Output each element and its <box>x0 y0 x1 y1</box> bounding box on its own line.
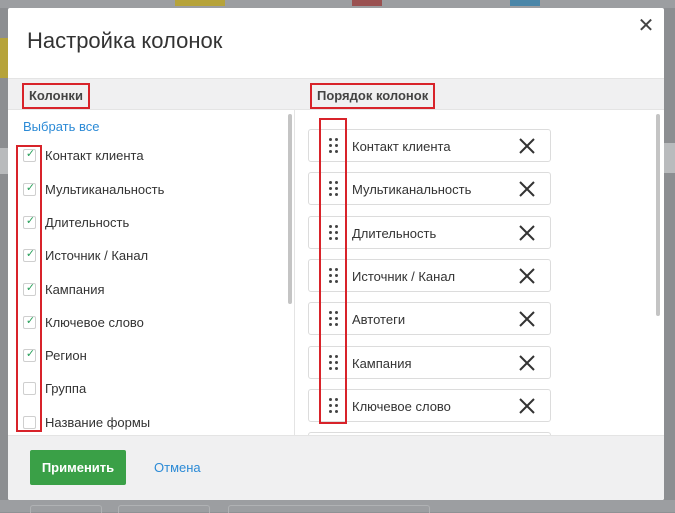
drag-handle-icon[interactable] <box>329 225 339 241</box>
order-item-label: Кампания <box>352 356 412 371</box>
order-item-label: Автотеги <box>352 312 406 327</box>
remove-icon[interactable] <box>516 352 538 374</box>
remove-icon[interactable] <box>516 308 538 330</box>
background-chip <box>510 0 540 6</box>
modal-footer: Применить Отмена <box>8 435 664 500</box>
column-label: Регион <box>45 348 87 363</box>
order-item-label: Длительность <box>352 226 437 241</box>
order-list-item[interactable]: Автотеги <box>308 302 551 335</box>
column-label: Кампания <box>45 282 105 297</box>
check-icon: ✓ <box>25 282 36 294</box>
background-chip <box>175 0 225 6</box>
checkbox[interactable]: ✓ <box>23 248 36 262</box>
remove-icon[interactable] <box>516 395 538 417</box>
checkbox[interactable] <box>23 416 36 429</box>
check-icon: ✓ <box>25 248 36 260</box>
remove-icon[interactable] <box>516 265 538 287</box>
background-page-bottom <box>0 500 675 513</box>
panel-divider <box>294 109 295 435</box>
order-list-item[interactable]: Длительность <box>308 216 551 249</box>
background-page-left <box>0 8 8 500</box>
drag-handle-icon[interactable] <box>329 311 339 327</box>
apply-button[interactable]: Применить <box>30 450 126 485</box>
order-item-label: Мультиканальность <box>352 182 472 197</box>
remove-icon[interactable] <box>516 135 538 157</box>
columns-header: Колонки <box>22 83 90 109</box>
check-icon: ✓ <box>25 148 36 160</box>
close-icon[interactable]: ✕ <box>636 16 656 36</box>
column-label: Ключевое слово <box>45 315 144 330</box>
check-icon: ✓ <box>25 348 36 360</box>
checkbox[interactable]: ✓ <box>23 215 36 229</box>
drag-handle-icon[interactable] <box>329 268 339 284</box>
checkbox[interactable]: ✓ <box>23 315 36 329</box>
order-list-item[interactable]: Мультиканальность <box>308 172 551 205</box>
checkbox[interactable]: ✓ <box>23 182 36 196</box>
modal-title: Настройка колонок <box>27 28 223 53</box>
order-list-item[interactable]: Кампания <box>308 346 551 379</box>
column-label: Источник / Канал <box>45 248 149 263</box>
panel-headers: Колонки Порядок колонок <box>8 78 664 110</box>
column-label: Длительность <box>45 215 130 230</box>
checkbox[interactable]: ✓ <box>23 348 36 362</box>
column-label: Мультиканальность <box>45 182 165 197</box>
column-label: Группа <box>45 381 87 396</box>
check-icon: ✓ <box>25 182 36 194</box>
remove-icon[interactable] <box>516 178 538 200</box>
remove-icon[interactable] <box>516 222 538 244</box>
order-item-label: Контакт клиента <box>352 139 451 154</box>
checkbox[interactable]: ✓ <box>23 148 36 162</box>
column-settings-modal: Настройка колонок ✕ Колонки Порядок коло… <box>8 8 664 500</box>
cancel-link[interactable]: Отмена <box>154 460 201 475</box>
select-all-link[interactable]: Выбрать все <box>23 119 99 134</box>
order-list-item[interactable]: Источник / Канал <box>308 259 551 292</box>
check-icon: ✓ <box>25 215 36 227</box>
drag-handle-icon[interactable] <box>329 181 339 197</box>
column-label: Название формы <box>45 415 151 430</box>
checkbox[interactable]: ✓ <box>23 282 36 296</box>
order-list-item[interactable]: Контакт клиента <box>308 129 551 162</box>
drag-handle-icon[interactable] <box>329 355 339 371</box>
background-page-right <box>664 8 675 500</box>
check-icon: ✓ <box>25 315 36 327</box>
column-label: Контакт клиента <box>45 148 144 163</box>
order-scrollbar[interactable] <box>656 114 660 316</box>
column-order-header: Порядок колонок <box>310 83 436 109</box>
checkbox[interactable] <box>23 382 36 395</box>
background-chip <box>352 0 382 6</box>
order-list-item[interactable]: Ключевое слово <box>308 389 551 422</box>
drag-handle-icon[interactable] <box>329 398 339 414</box>
drag-handle-icon[interactable] <box>329 138 339 154</box>
background-page-top <box>0 0 675 8</box>
order-item-label: Ключевое слово <box>352 399 451 414</box>
columns-scrollbar[interactable] <box>288 114 292 304</box>
order-item-label: Источник / Канал <box>352 269 456 284</box>
